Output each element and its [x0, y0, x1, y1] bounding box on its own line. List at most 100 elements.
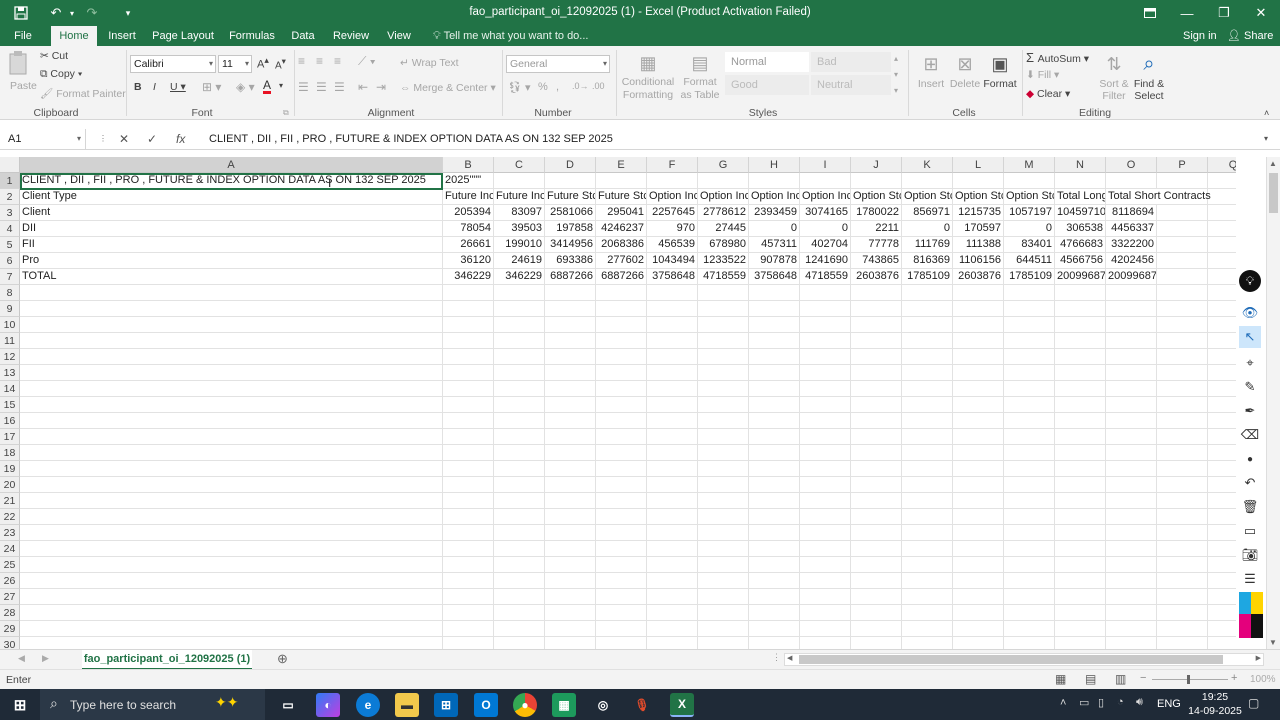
empty-cell[interactable] — [494, 637, 545, 649]
empty-cell[interactable] — [698, 557, 749, 573]
empty-cell[interactable] — [545, 605, 596, 621]
notes-icon[interactable]: ☰ — [1239, 568, 1261, 590]
tab-insert[interactable]: Insert — [103, 26, 141, 46]
screen-icon[interactable]: ▭ — [1239, 520, 1261, 542]
empty-cell[interactable] — [1157, 589, 1208, 605]
orientation-icon[interactable]: ⟋ ▾ — [358, 54, 376, 69]
empty-cell[interactable] — [902, 173, 953, 189]
row-header[interactable]: 14 — [0, 381, 20, 397]
empty-cell[interactable] — [647, 349, 698, 365]
tray-overflow-icon[interactable]: ˄ — [1060, 697, 1066, 709]
chevron-down-icon[interactable]: ▾ — [279, 81, 283, 90]
data-cell[interactable]: 83097 — [494, 205, 545, 221]
name-box[interactable]: A1 ▾ — [4, 129, 86, 149]
empty-cell[interactable] — [749, 557, 800, 573]
empty-cell[interactable] — [749, 621, 800, 637]
empty-cell[interactable] — [1208, 253, 1236, 269]
copy-button[interactable]: ⧉ Copy ▾ — [40, 68, 82, 81]
copilot-icon[interactable]: ◐ — [316, 693, 340, 717]
styles-scroll-up-icon[interactable]: ▴ — [894, 54, 898, 63]
empty-cell[interactable] — [1157, 461, 1208, 477]
empty-cell[interactable] — [698, 605, 749, 621]
empty-cell[interactable] — [1208, 429, 1236, 445]
empty-cell[interactable] — [1106, 541, 1157, 557]
conditional-formatting-button[interactable]: ▦ Conditional Formatting — [620, 50, 676, 102]
empty-cell[interactable] — [494, 381, 545, 397]
row-header[interactable]: 11 — [0, 333, 20, 349]
underline-icon[interactable]: U ▾ — [170, 81, 186, 93]
align-top-icon[interactable]: ≡ — [298, 54, 305, 68]
column-header[interactable]: A — [20, 157, 443, 173]
color-palette-icon[interactable] — [1239, 592, 1263, 616]
empty-cell[interactable] — [698, 573, 749, 589]
empty-cell[interactable] — [953, 573, 1004, 589]
empty-cell[interactable] — [647, 573, 698, 589]
scroll-left-icon[interactable]: ◀ — [787, 654, 792, 662]
empty-cell[interactable] — [953, 397, 1004, 413]
empty-cell[interactable] — [749, 333, 800, 349]
empty-cell[interactable] — [1055, 557, 1106, 573]
empty-cell[interactable] — [1055, 381, 1106, 397]
empty-cell[interactable] — [596, 573, 647, 589]
enter-icon[interactable]: ✓ — [147, 129, 157, 149]
column-header[interactable]: H — [749, 157, 800, 173]
empty-cell[interactable] — [851, 621, 902, 637]
empty-cell[interactable] — [800, 557, 851, 573]
tab-page-layout[interactable]: Page Layout — [151, 26, 215, 46]
empty-cell[interactable] — [749, 509, 800, 525]
row-header[interactable]: 12 — [0, 349, 20, 365]
empty-cell[interactable] — [20, 557, 443, 573]
empty-cell[interactable] — [851, 413, 902, 429]
empty-cell[interactable] — [545, 557, 596, 573]
empty-cell[interactable] — [1106, 445, 1157, 461]
empty-cell[interactable] — [1055, 605, 1106, 621]
empty-cell[interactable] — [1106, 301, 1157, 317]
empty-cell[interactable] — [851, 349, 902, 365]
data-cell[interactable]: 457311 — [749, 237, 800, 253]
empty-cell[interactable] — [953, 445, 1004, 461]
empty-cell[interactable] — [749, 381, 800, 397]
empty-cell[interactable] — [1208, 445, 1236, 461]
trash-icon[interactable]: 🗑︎ — [1239, 496, 1261, 518]
empty-cell[interactable] — [1004, 541, 1055, 557]
empty-cell[interactable] — [443, 541, 494, 557]
empty-cell[interactable] — [749, 477, 800, 493]
empty-cell[interactable] — [1208, 333, 1236, 349]
data-cell[interactable]: 295041 — [596, 205, 647, 221]
sheet-tab[interactable]: fao_participant_oi_12092025 (1) — [82, 650, 252, 670]
empty-cell[interactable] — [1004, 381, 1055, 397]
app-icon[interactable]: ◎ — [591, 693, 615, 717]
empty-cell[interactable] — [443, 461, 494, 477]
empty-cell[interactable] — [698, 333, 749, 349]
increase-decimal-icon[interactable]: .0→ — [572, 81, 589, 91]
notifications-icon[interactable]: ▢ — [1248, 696, 1259, 710]
data-cell[interactable]: 277602 — [596, 253, 647, 269]
data-cell[interactable]: 4202456 — [1106, 253, 1157, 269]
empty-cell[interactable] — [20, 493, 443, 509]
empty-cell[interactable] — [851, 541, 902, 557]
table-header-cell[interactable]: Future Inc — [443, 189, 494, 205]
empty-cell[interactable] — [698, 509, 749, 525]
data-cell[interactable]: 0 — [800, 221, 851, 237]
data-cell[interactable]: 78054 — [443, 221, 494, 237]
data-cell[interactable]: 1106156 — [953, 253, 1004, 269]
column-header[interactable]: Q — [1208, 157, 1236, 173]
empty-cell[interactable] — [545, 589, 596, 605]
empty-cell[interactable] — [494, 541, 545, 557]
row-header[interactable]: 19 — [0, 461, 20, 477]
column-header[interactable]: F — [647, 157, 698, 173]
empty-cell[interactable] — [953, 509, 1004, 525]
empty-cell[interactable] — [596, 285, 647, 301]
empty-cell[interactable] — [1208, 509, 1236, 525]
eraser-icon[interactable]: ⌫ — [1239, 424, 1261, 446]
empty-cell[interactable] — [953, 333, 1004, 349]
empty-cell[interactable] — [443, 557, 494, 573]
empty-cell[interactable] — [1208, 317, 1236, 333]
format-cells-button[interactable]: ▣ Format — [982, 50, 1018, 90]
data-cell[interactable]: 111388 — [953, 237, 1004, 253]
empty-cell[interactable] — [20, 381, 443, 397]
empty-cell[interactable] — [20, 365, 443, 381]
empty-cell[interactable] — [1208, 237, 1236, 253]
empty-cell[interactable] — [20, 333, 443, 349]
empty-cell[interactable] — [545, 461, 596, 477]
